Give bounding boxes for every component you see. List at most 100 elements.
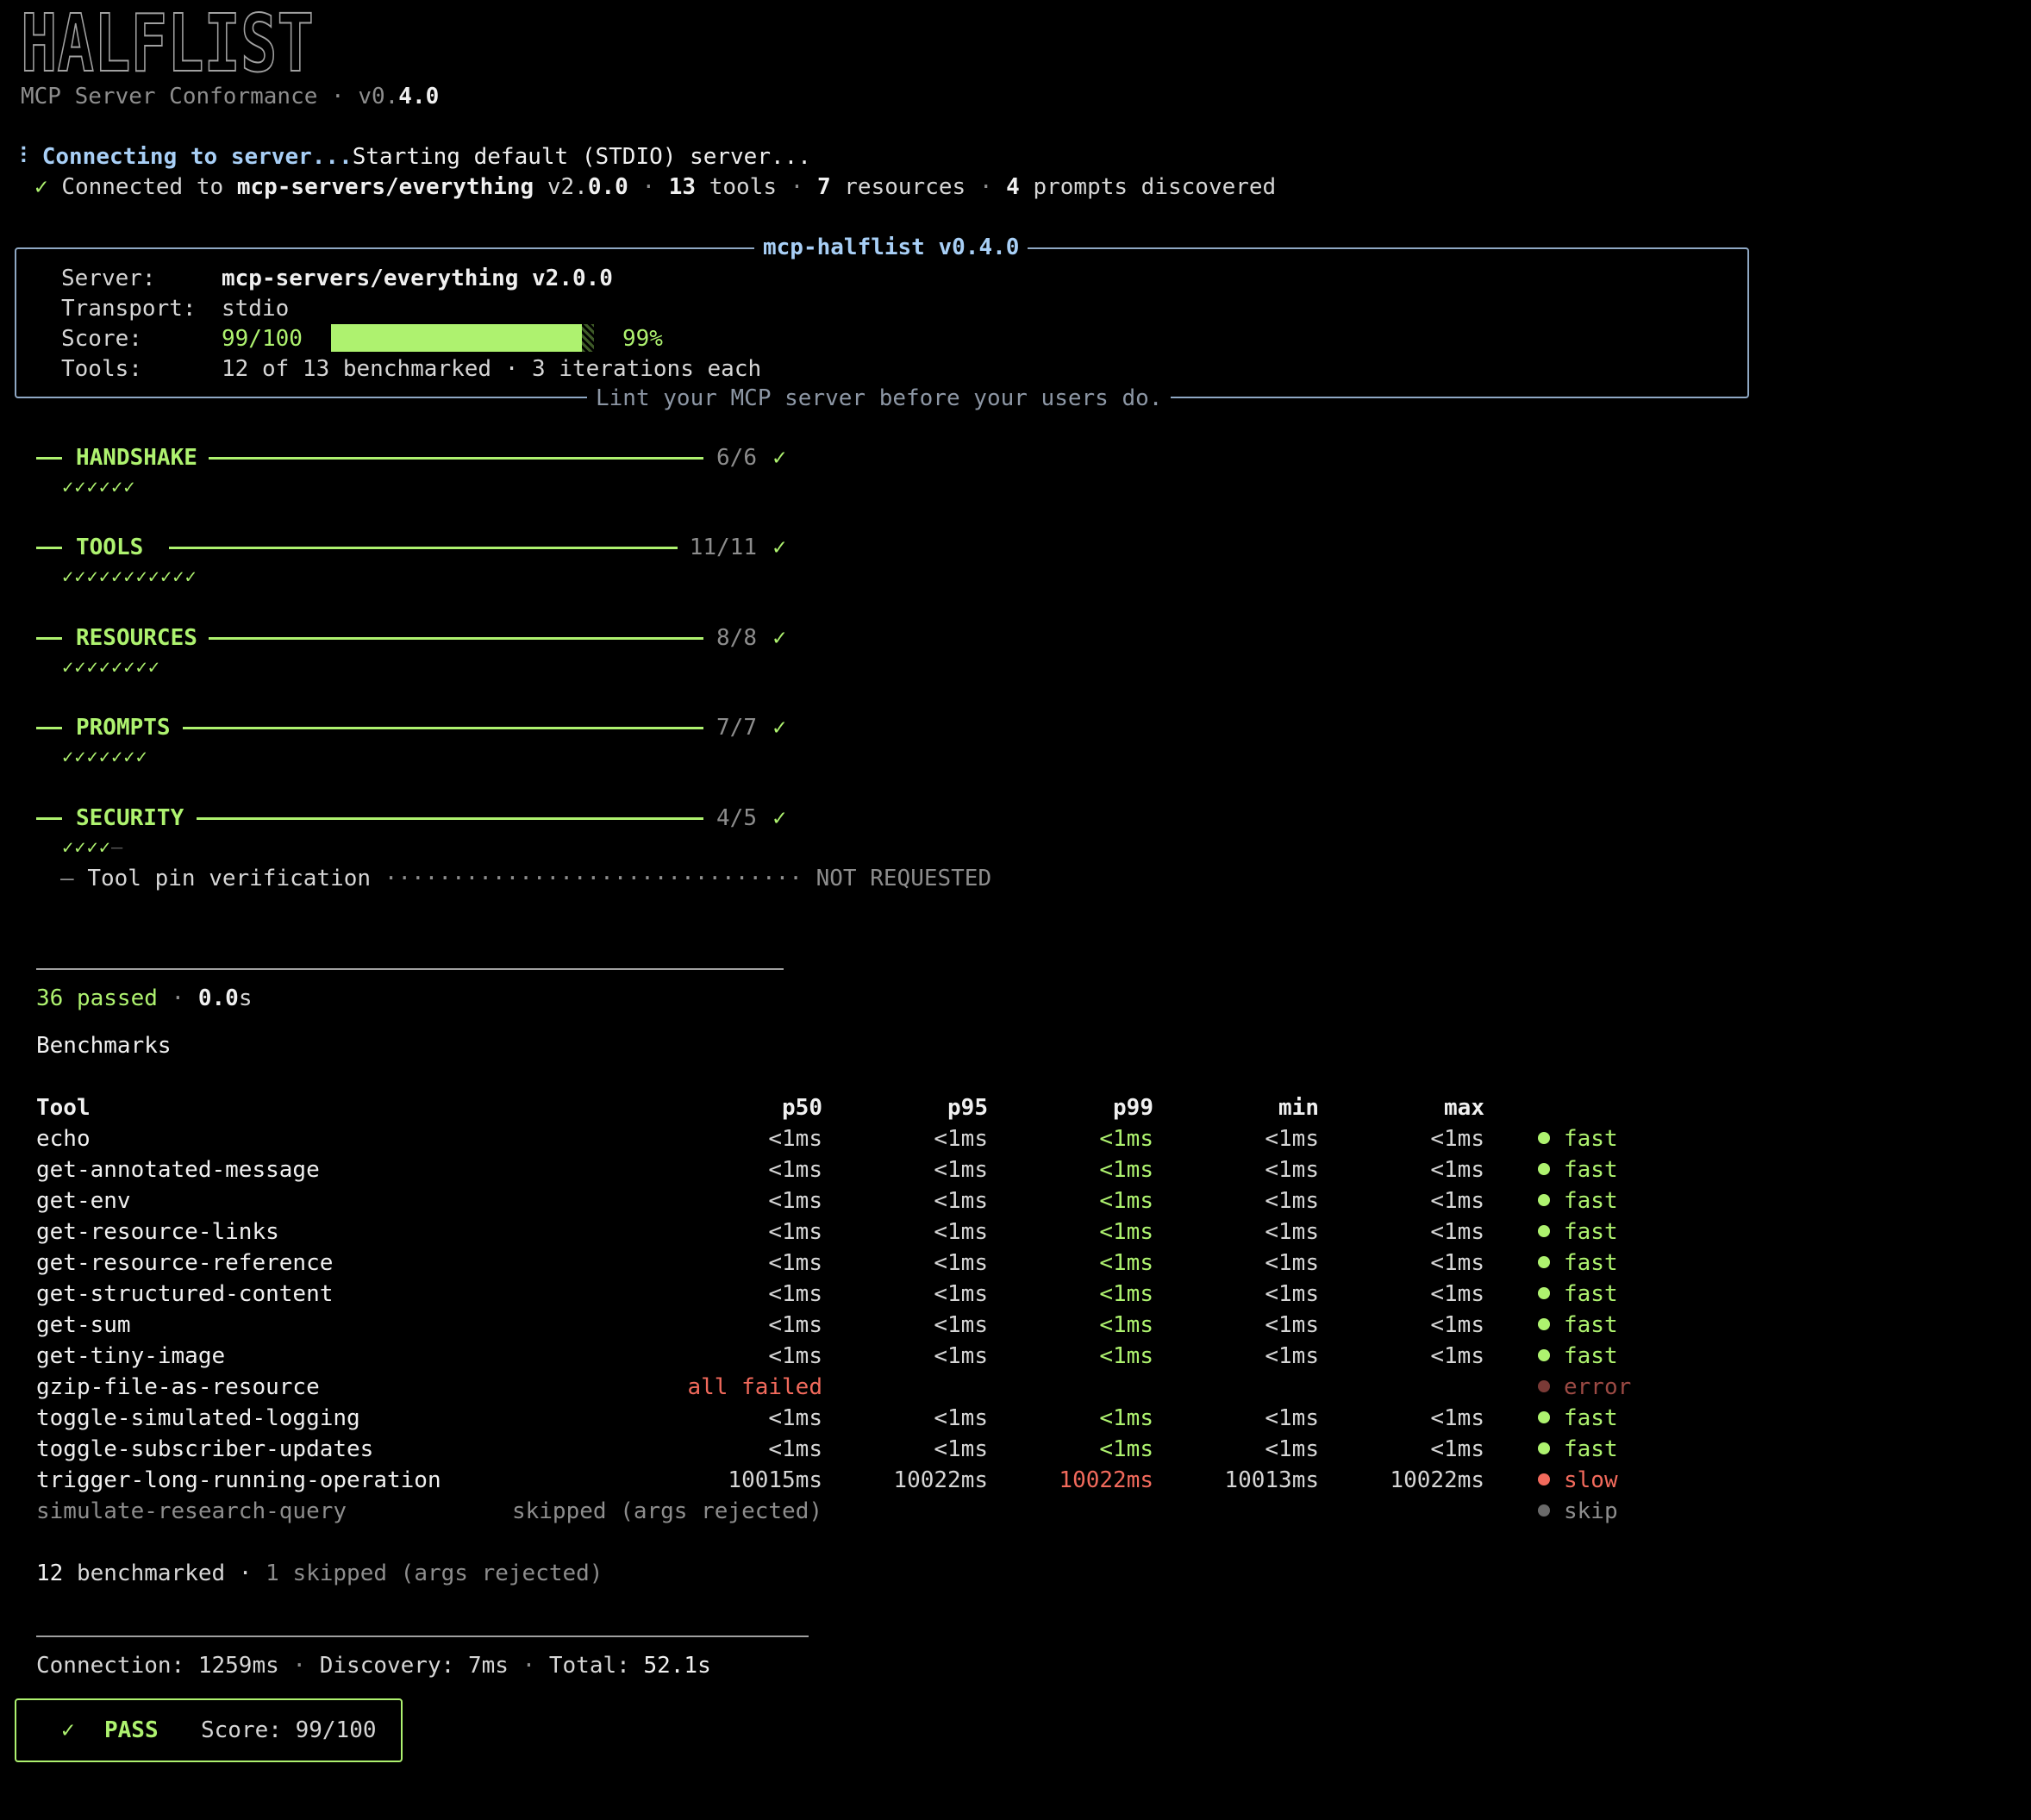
section-title: RESOURCES bbox=[76, 625, 197, 651]
section-count: 6/6 bbox=[716, 445, 757, 471]
tool-name: get-resource-reference bbox=[36, 1250, 334, 1276]
p50-cell: skipped (args rejected) bbox=[511, 1498, 822, 1524]
tool-name: toggle-subscriber-updates bbox=[36, 1436, 374, 1462]
tool-name: get-sum bbox=[36, 1312, 131, 1338]
status-dot-icon bbox=[1538, 1317, 1550, 1330]
section-count: 7/7 bbox=[716, 715, 757, 741]
status-dot-icon bbox=[1538, 1504, 1550, 1517]
col-header-p95: p95 bbox=[947, 1095, 988, 1121]
status-label: fast bbox=[1564, 1281, 1618, 1307]
status-dot-icon bbox=[1538, 1442, 1550, 1454]
max-cell: <1ms bbox=[1430, 1405, 1484, 1431]
section-count: 8/8 bbox=[716, 625, 757, 651]
min-cell: <1ms bbox=[1265, 1250, 1319, 1276]
status-label: fast bbox=[1564, 1126, 1618, 1152]
check-icon: ✓ bbox=[772, 445, 786, 471]
p50-cell: <1ms bbox=[768, 1312, 822, 1338]
tool-name: get-resource-links bbox=[36, 1219, 279, 1245]
status-badge: fast bbox=[1538, 1154, 1618, 1185]
max-cell: <1ms bbox=[1430, 1312, 1484, 1338]
p99-cell: <1ms bbox=[1099, 1188, 1153, 1214]
col-header-tool: Tool bbox=[36, 1095, 91, 1121]
section-title: HANDSHAKE bbox=[76, 445, 197, 471]
divider bbox=[36, 968, 784, 970]
p50-cell: <1ms bbox=[768, 1188, 822, 1214]
status-dot-icon bbox=[1538, 1131, 1550, 1144]
p50-cell: <1ms bbox=[768, 1126, 822, 1152]
p99-cell: <1ms bbox=[1099, 1312, 1153, 1338]
p95-cell: <1ms bbox=[934, 1188, 988, 1214]
min-cell: <1ms bbox=[1265, 1281, 1319, 1307]
max-cell: <1ms bbox=[1430, 1250, 1484, 1276]
section-security: SECURITY 4/5 ✓ ✓✓✓✓– bbox=[36, 803, 786, 863]
section-tools: TOOLS 11/11 ✓ ✓✓✓✓✓✓✓✓✓✓✓ bbox=[36, 532, 786, 592]
connecting-line: ⠸ Connecting to server...Starting defaul… bbox=[12, 144, 811, 170]
status-badge: skip bbox=[1538, 1496, 1618, 1527]
summary-footer: Lint your MCP server before your users d… bbox=[587, 383, 1172, 414]
tools-value: 12 of 13 benchmarked · 3 iterations each bbox=[222, 356, 762, 382]
tool-name: toggle-simulated-logging bbox=[36, 1405, 360, 1431]
min-cell: <1ms bbox=[1265, 1126, 1319, 1152]
p95-cell: <1ms bbox=[934, 1281, 988, 1307]
results-summary: 36 passed · 0.0s bbox=[36, 985, 253, 1011]
status-dot-icon bbox=[1538, 1348, 1550, 1361]
check-icon: ✓ bbox=[61, 1717, 75, 1743]
score-bar-fill bbox=[331, 324, 582, 352]
check-icon: ✓ bbox=[772, 625, 786, 651]
check-icon: ✓ bbox=[772, 805, 786, 831]
server-label: Server: bbox=[61, 266, 156, 291]
p50-cell: all failed bbox=[687, 1374, 822, 1400]
status-badge: fast bbox=[1538, 1434, 1618, 1465]
min-cell: <1ms bbox=[1265, 1219, 1319, 1245]
status-badge: fast bbox=[1538, 1310, 1618, 1341]
status-dot-icon bbox=[1538, 1286, 1550, 1299]
tool-name: get-annotated-message bbox=[36, 1157, 320, 1183]
p99-cell: <1ms bbox=[1099, 1405, 1153, 1431]
status-badge: fast bbox=[1538, 1403, 1618, 1434]
status-badge: error bbox=[1538, 1372, 1631, 1403]
min-cell: <1ms bbox=[1265, 1157, 1319, 1183]
status-badge: fast bbox=[1538, 1279, 1618, 1310]
max-cell: <1ms bbox=[1430, 1157, 1484, 1183]
status-badge: fast bbox=[1538, 1216, 1618, 1248]
status-dot-icon bbox=[1538, 1255, 1550, 1268]
p95-cell: <1ms bbox=[934, 1343, 988, 1369]
p95-cell: <1ms bbox=[934, 1157, 988, 1183]
status-dot-icon bbox=[1538, 1162, 1550, 1175]
section-title: SECURITY bbox=[76, 805, 184, 831]
tool-name: echo bbox=[36, 1126, 91, 1152]
divider bbox=[36, 1635, 809, 1637]
tool-name: get-tiny-image bbox=[36, 1343, 226, 1369]
max-cell: <1ms bbox=[1430, 1343, 1484, 1369]
benchmarks-heading: Benchmarks bbox=[36, 1033, 172, 1059]
section-checks: ✓✓✓✓✓✓✓✓✓✓✓ bbox=[62, 566, 197, 588]
p99-cell: <1ms bbox=[1099, 1126, 1153, 1152]
benchmark-summary: 12 benchmarked · 1 skipped (args rejecte… bbox=[36, 1560, 603, 1586]
p99-cell: 10022ms bbox=[1059, 1467, 1153, 1493]
status-label: error bbox=[1564, 1374, 1632, 1400]
section-title: PROMPTS bbox=[76, 715, 171, 741]
status-dot-icon bbox=[1538, 1410, 1550, 1423]
p95-cell: <1ms bbox=[934, 1219, 988, 1245]
max-cell: <1ms bbox=[1430, 1436, 1484, 1462]
tool-name: simulate-research-query bbox=[36, 1498, 347, 1524]
connected-line: ✓ Connected to mcp-servers/everything v2… bbox=[34, 174, 1277, 200]
status-badge: fast bbox=[1538, 1123, 1618, 1154]
tool-name: trigger-long-running-operation bbox=[36, 1467, 441, 1493]
p50-cell: <1ms bbox=[768, 1343, 822, 1369]
section-checks: ✓✓✓✓✓✓ bbox=[62, 477, 136, 498]
status-label: slow bbox=[1564, 1467, 1618, 1493]
max-cell: <1ms bbox=[1430, 1219, 1484, 1245]
score-label: Score: bbox=[61, 326, 142, 352]
col-header-p99: p99 bbox=[1113, 1095, 1153, 1121]
status-dot-icon bbox=[1538, 1473, 1550, 1485]
status-badge: slow bbox=[1538, 1465, 1618, 1496]
tools-label: Tools: bbox=[61, 356, 142, 382]
p50-cell: <1ms bbox=[768, 1436, 822, 1462]
p95-cell: <1ms bbox=[934, 1126, 988, 1152]
p50-cell: <1ms bbox=[768, 1405, 822, 1431]
p95-cell: <1ms bbox=[934, 1405, 988, 1431]
p50-cell: 10015ms bbox=[728, 1467, 822, 1493]
min-cell: 10013ms bbox=[1224, 1467, 1319, 1493]
status-label: fast bbox=[1564, 1312, 1618, 1338]
